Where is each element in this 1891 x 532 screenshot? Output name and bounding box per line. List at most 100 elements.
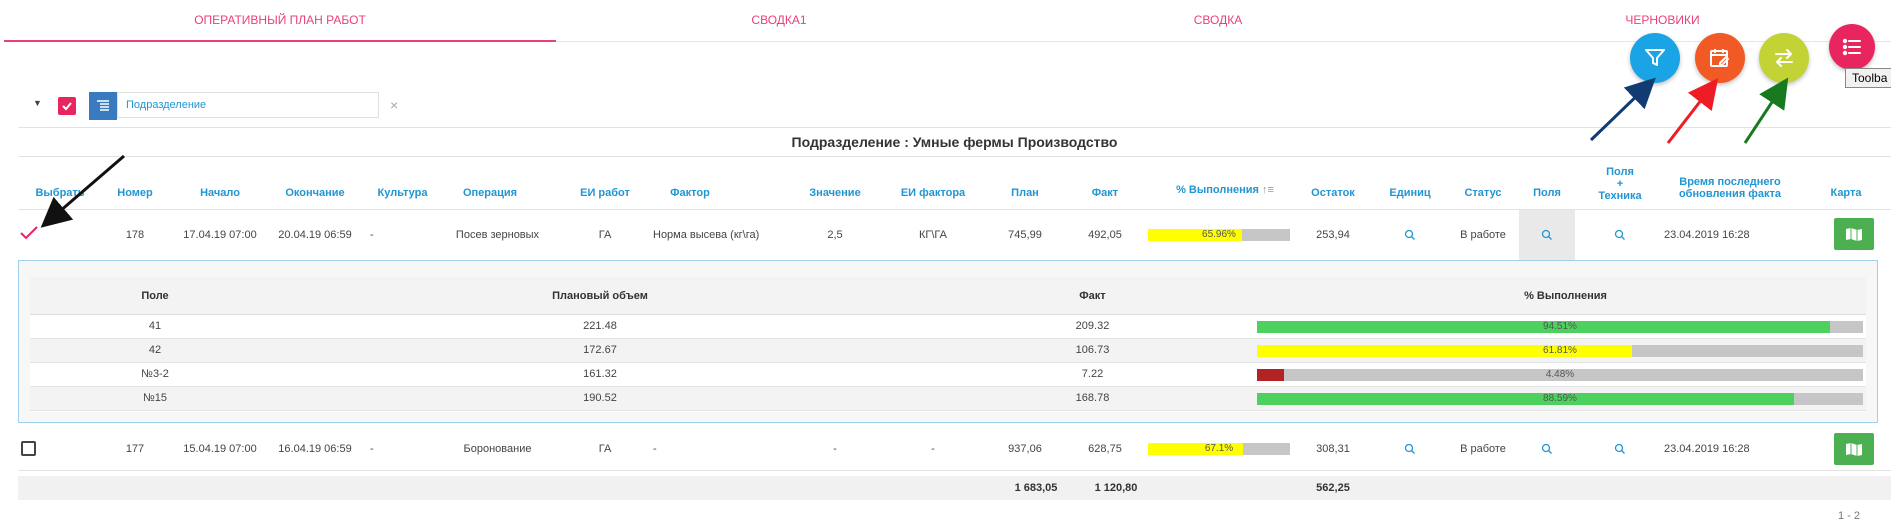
detail-row: №15 190.52 168.78 88.59% <box>30 387 1866 411</box>
map-button[interactable] <box>1834 433 1874 465</box>
fields-tech-search-icon[interactable] <box>1614 443 1626 455</box>
col-culture[interactable]: Культура <box>365 187 440 199</box>
detail-field: №15 <box>142 392 168 404</box>
detail-fact: 209.32 <box>1075 320 1110 332</box>
col-operation[interactable]: Операция <box>450 187 530 199</box>
row-last-update: 23.04.2019 16:28 <box>1664 443 1750 455</box>
col-select[interactable]: Выбрать <box>25 187 95 199</box>
row-number: 178 <box>125 229 145 241</box>
col-start[interactable]: Начало <box>180 187 260 199</box>
row-fact: 628,75 <box>1088 443 1122 455</box>
row-select-checkbox[interactable] <box>21 441 36 456</box>
col-factor[interactable]: Фактор <box>650 187 730 199</box>
col-fields-tech[interactable]: Поля + Техника <box>1590 166 1650 202</box>
tab-operational-plan[interactable]: ОПЕРАТИВНЫЙ ПЛАН РАБОТ <box>4 0 556 42</box>
select-all-checkbox[interactable] <box>58 97 76 115</box>
col-last-update[interactable]: Время последнего обновления факта <box>1670 176 1790 200</box>
progress-text: 65.96% <box>1202 229 1236 240</box>
map-icon <box>1846 228 1862 241</box>
row-operation: Боронование <box>463 443 532 455</box>
row-end: 20.04.19 06:59 <box>278 229 352 241</box>
col-percent-label: % Выполнения <box>1176 184 1259 196</box>
tab-summary[interactable]: СВОДКА <box>1002 0 1434 42</box>
filter-button[interactable] <box>1630 33 1680 83</box>
col-unit-factor[interactable]: ЕИ фактора <box>895 187 971 199</box>
fields-search-icon[interactable] <box>1541 443 1553 455</box>
detail-panel: Поле Плановый объем Факт % Выполнения 41… <box>18 260 1878 423</box>
detail-field: 41 <box>148 320 162 332</box>
toolbar-tooltip: Toolba <box>1845 68 1891 88</box>
tab-bar: ОПЕРАТИВНЫЙ ПЛАН РАБОТ СВОДКА1 СВОДКА ЧЕ… <box>4 0 1891 42</box>
col-unit-work[interactable]: ЕИ работ <box>570 187 640 199</box>
progress-bar: 65.96% <box>1148 229 1290 241</box>
detail-col-field: Поле <box>30 277 280 315</box>
map-button[interactable] <box>1834 218 1874 250</box>
col-value[interactable]: Значение <box>800 187 870 199</box>
row-factor: Норма высева (кг\га) <box>653 229 760 241</box>
detail-col-plan-volume: Плановый объем <box>280 277 920 315</box>
total-fact: 1 120,80 <box>1094 482 1138 494</box>
row-unit-work: ГА <box>598 443 612 455</box>
row-unit-factor: - <box>931 443 935 455</box>
detail-fact: 168.78 <box>1075 392 1110 404</box>
row-value: 2,5 <box>827 229 843 241</box>
detail-table: Поле Плановый объем Факт % Выполнения 41… <box>30 277 1866 412</box>
detail-row: №3-2 161.32 7.22 4.48% <box>30 363 1866 387</box>
divider <box>18 209 1891 210</box>
col-remainder[interactable]: Остаток <box>1300 187 1366 199</box>
detail-progress-text: 94.51% <box>1543 321 1577 332</box>
row-value: - <box>833 443 837 455</box>
detail-progress-bar: 94.51% <box>1257 321 1863 333</box>
detail-progress-bar: 61.81% <box>1257 345 1863 357</box>
remove-group-icon[interactable]: × <box>390 97 398 113</box>
detail-plan-volume: 172.67 <box>583 344 617 356</box>
row-last-update: 23.04.2019 16:28 <box>1664 229 1750 241</box>
fields-tech-search-icon[interactable] <box>1614 229 1626 241</box>
detail-progress-text: 88.59% <box>1543 393 1577 404</box>
col-map[interactable]: Карта <box>1826 187 1866 199</box>
toolbar-list-button[interactable] <box>1829 24 1875 70</box>
detail-plan-volume: 161.32 <box>583 368 617 380</box>
detail-col-percent: % Выполнения <box>1265 277 1866 315</box>
col-last-update-line1: Время последнего <box>1679 176 1781 188</box>
total-remainder: 562,25 <box>1316 482 1350 494</box>
sort-asc-icon[interactable]: ↑≡ <box>1262 184 1274 196</box>
row-unit-factor: КГ\ГА <box>919 229 947 241</box>
col-status[interactable]: Статус <box>1453 187 1513 199</box>
tab-summary1[interactable]: СВОДКА1 <box>556 0 1002 42</box>
row-culture: - <box>370 229 374 241</box>
col-units[interactable]: Единиц <box>1380 187 1440 199</box>
list-icon <box>1842 38 1861 56</box>
col-end[interactable]: Окончание <box>270 187 360 199</box>
total-plan: 1 683,05 <box>1014 482 1058 494</box>
col-number[interactable]: Номер <box>105 187 165 199</box>
detail-progress-text: 61.81% <box>1543 345 1577 356</box>
row-start: 15.04.19 07:00 <box>183 443 257 455</box>
units-search-icon[interactable] <box>1404 229 1416 241</box>
row-operation: Посев зерновых <box>455 229 540 241</box>
row-culture: - <box>370 443 374 455</box>
checkmark-icon <box>62 102 72 111</box>
filter-icon <box>1645 49 1665 66</box>
col-percent[interactable]: % Выполнения ↑≡ <box>1160 183 1290 197</box>
collapse-caret-icon[interactable]: ▼ <box>33 98 42 108</box>
row-number: 177 <box>125 443 145 455</box>
fields-search-icon[interactable] <box>1541 229 1553 241</box>
map-icon <box>1846 443 1862 456</box>
calendar-edit-icon <box>1710 49 1730 67</box>
swap-button[interactable] <box>1759 33 1809 83</box>
col-plan[interactable]: План <box>1000 187 1050 199</box>
col-last-update-line2: обновления факта <box>1678 188 1782 200</box>
progress-text: 67.1% <box>1204 443 1234 454</box>
calendar-edit-button[interactable] <box>1695 33 1745 83</box>
col-fields[interactable]: Поля <box>1519 187 1575 199</box>
detail-progress-bar: 88.59% <box>1257 393 1863 405</box>
pager-info: 1 - 2 <box>1838 510 1861 522</box>
group-by-chip[interactable]: Подразделение <box>117 92 379 118</box>
col-fact[interactable]: Факт <box>1080 187 1130 199</box>
units-search-icon[interactable] <box>1404 443 1416 455</box>
row-selected-check-icon[interactable] <box>19 225 39 241</box>
row-remainder: 308,31 <box>1316 443 1350 455</box>
group-header: Подразделение : Умные фермы Производство <box>791 134 1118 150</box>
col-fields-tech-line2: + <box>1616 178 1624 190</box>
